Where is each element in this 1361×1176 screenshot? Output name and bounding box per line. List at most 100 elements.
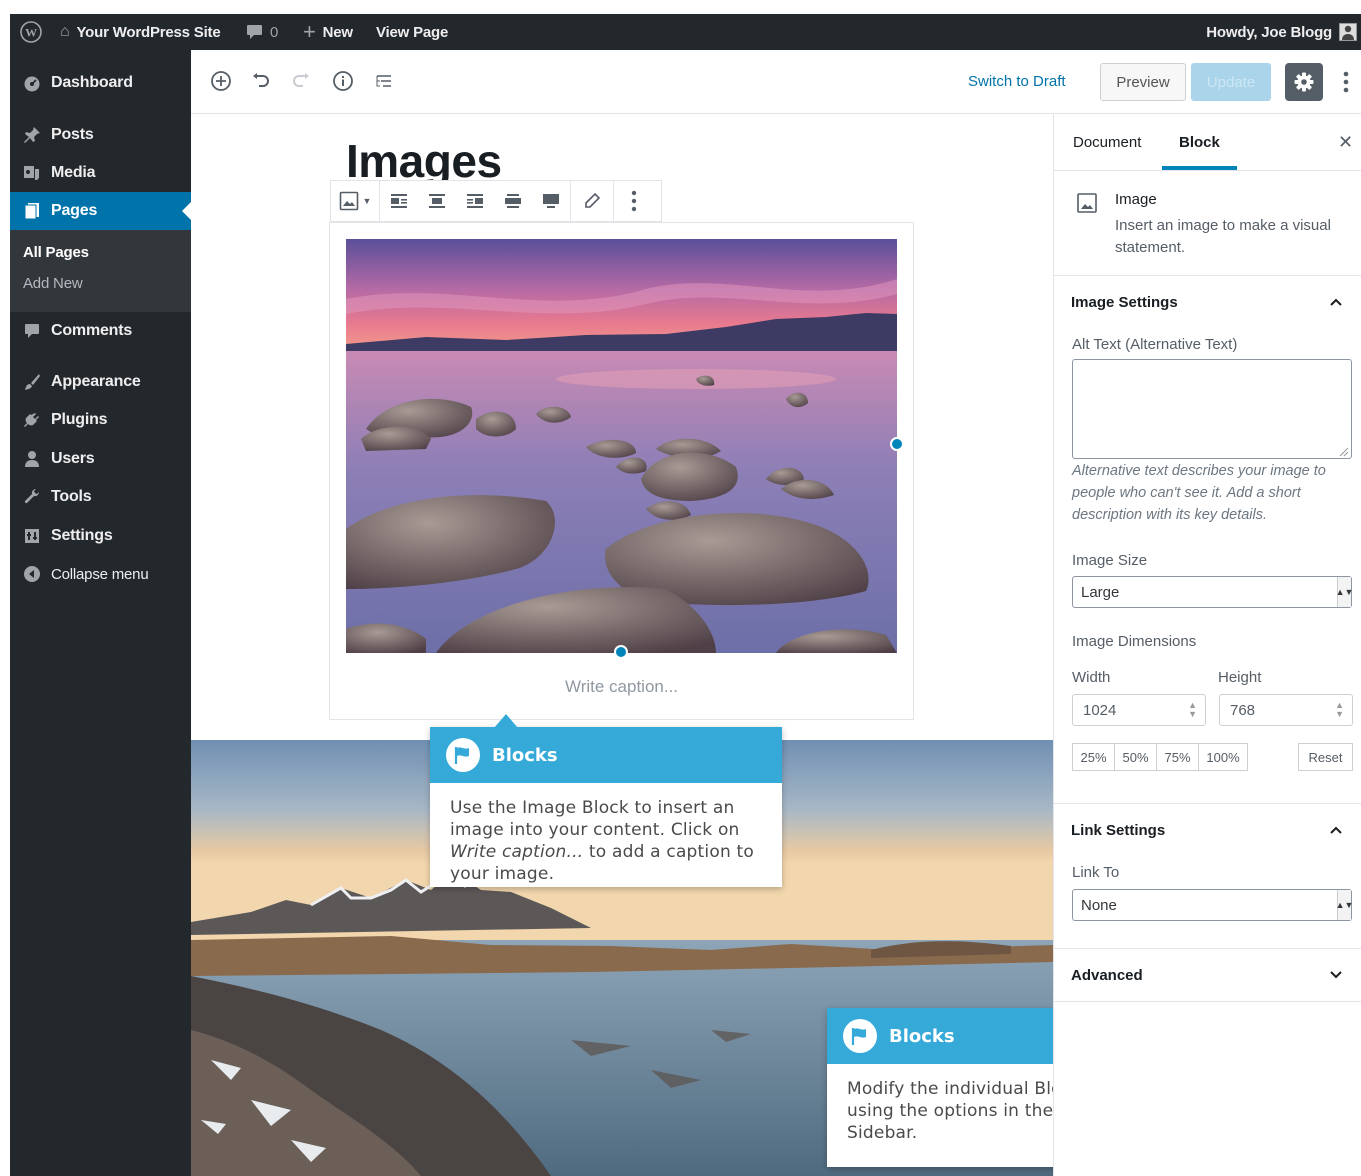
more-options-icon[interactable] [1336, 68, 1356, 96]
blocks-callout-image: Blocks Use the Image Block to insert an … [430, 714, 782, 887]
wide-width-button[interactable] [494, 180, 532, 222]
sidebar-item-label: Pages [51, 202, 98, 219]
image-size-select[interactable]: Large ▲▼ [1072, 576, 1353, 608]
user-account-menu[interactable]: Howdy, Joe Blogg [1206, 14, 1357, 50]
tab-document[interactable]: Document [1073, 134, 1141, 151]
pencil-icon [585, 192, 601, 208]
add-block-icon[interactable] [208, 68, 234, 94]
callout-title: Blocks [492, 744, 558, 766]
divider [1054, 803, 1361, 804]
lake-image[interactable] [346, 239, 897, 653]
pages-icon [22, 201, 42, 221]
user-icon [22, 449, 42, 469]
reset-button[interactable]: Reset [1298, 743, 1353, 771]
sidebar-item-plugins[interactable]: Plugins [10, 401, 191, 439]
size-100-button[interactable]: 100% [1198, 743, 1248, 771]
image-settings-title[interactable]: Image Settings [1071, 294, 1178, 311]
editor-header: Switch to Draft Preview Update [191, 50, 1361, 114]
block-navigation-icon[interactable] [371, 68, 397, 94]
comment-bubble-icon [247, 25, 262, 39]
callout-header: Blocks [827, 1008, 1053, 1064]
sidebar-item-users[interactable]: Users [10, 440, 191, 478]
image-block-icon [339, 191, 358, 211]
align-left-icon [391, 194, 407, 208]
sidebar-item-comments[interactable]: Comments [10, 312, 191, 350]
admin-bar: W ⌂ Your WordPress Site 0 + New View Pag… [10, 14, 1361, 50]
comments-count: 0 [270, 23, 279, 41]
undo-icon[interactable] [248, 68, 274, 94]
pin-icon [22, 125, 42, 145]
avatar [1339, 23, 1357, 41]
sidebar-item-tools[interactable]: Tools [10, 478, 191, 516]
change-block-type-button[interactable]: ▼ [331, 180, 379, 222]
link-to-select[interactable]: None ▲▼ [1072, 889, 1353, 921]
sidebar-item-label: Posts [51, 126, 94, 143]
image-block-icon [1076, 192, 1098, 219]
link-settings-title[interactable]: Link Settings [1071, 822, 1165, 839]
callout-title: Blocks [889, 1025, 955, 1047]
preview-button[interactable]: Preview [1100, 63, 1186, 101]
chevron-up-icon[interactable] [1329, 823, 1345, 839]
chevron-down-icon: ▼ [362, 196, 372, 206]
view-page-link[interactable]: View Page [376, 14, 448, 50]
size-25-button[interactable]: 25% [1072, 743, 1115, 771]
media-icon [22, 163, 42, 183]
collapse-icon [22, 564, 42, 584]
switch-to-draft-button[interactable]: Switch to Draft [968, 73, 1066, 90]
wordpress-logo-icon[interactable]: W [20, 14, 42, 50]
sidebar-item-dashboard[interactable]: Dashboard [10, 64, 191, 102]
svg-text:W: W [25, 26, 37, 40]
sidebar-item-settings[interactable]: Settings [10, 517, 191, 555]
image-block[interactable]: Write caption... [329, 222, 914, 720]
pages-submenu: All Pages Add New [10, 230, 191, 312]
sidebar-item-posts[interactable]: Posts [10, 116, 191, 154]
wrench-icon [22, 487, 42, 507]
sidebar-item-appearance[interactable]: Appearance [10, 363, 191, 401]
blocks-callout-settings: Blocks Modify the individual Block Setti… [827, 1008, 1053, 1167]
height-input[interactable]: 768 ▲ ▼ [1219, 694, 1353, 726]
sidebar-item-label: Collapse menu [51, 565, 149, 583]
settings-icon [22, 526, 42, 546]
resize-handle-bottom[interactable] [614, 645, 628, 659]
resize-handle-right[interactable] [890, 437, 904, 451]
sidebar-item-pages[interactable]: Pages [10, 192, 191, 230]
close-icon[interactable]: ✕ [1338, 132, 1353, 153]
sidebar-item-media[interactable]: Media [10, 154, 191, 192]
block-toolbar: ▼ [330, 180, 662, 222]
submenu-item-all-pages[interactable]: All Pages [23, 244, 89, 261]
settings-toggle-button[interactable] [1285, 63, 1323, 101]
full-width-button[interactable] [532, 180, 570, 222]
comments-link[interactable]: 0 [246, 14, 278, 50]
chevron-down-icon[interactable] [1329, 968, 1345, 984]
align-left-button[interactable] [380, 180, 418, 222]
link-to-value: None [1081, 896, 1117, 914]
redo-icon [288, 68, 314, 94]
image-size-label: Image Size [1072, 552, 1148, 569]
stepper-icon[interactable]: ▲ ▼ [1188, 701, 1197, 719]
howdy-text: Howdy, Joe Blogg [1206, 23, 1332, 41]
stepper-icon[interactable]: ▲ ▼ [1335, 701, 1344, 719]
info-icon[interactable] [330, 68, 356, 94]
advanced-title[interactable]: Advanced [1071, 967, 1143, 984]
size-75-button[interactable]: 75% [1156, 743, 1199, 771]
block-more-options-button[interactable] [614, 180, 654, 222]
site-name-link[interactable]: ⌂ Your WordPress Site [60, 14, 221, 50]
image-size-value: Large [1081, 583, 1120, 601]
tab-block[interactable]: Block [1179, 134, 1220, 151]
new-content-link[interactable]: + New [303, 14, 353, 50]
submenu-item-add-new[interactable]: Add New [23, 275, 83, 292]
view-page-label: View Page [376, 23, 449, 41]
editor-content: Images ▼ Write caption... Blocks Use the… [191, 114, 1053, 1176]
chevron-up-icon[interactable] [1329, 295, 1345, 311]
sidebar-item-collapse-menu[interactable]: Collapse menu [10, 555, 191, 593]
size-50-button[interactable]: 50% [1114, 743, 1157, 771]
align-right-button[interactable] [456, 180, 494, 222]
divider [1054, 275, 1361, 276]
resize-grip-icon[interactable] [1337, 444, 1349, 457]
edit-image-button[interactable] [571, 180, 613, 222]
caption-input[interactable]: Write caption... [330, 677, 913, 697]
alt-text-input[interactable] [1072, 359, 1352, 459]
align-center-button[interactable] [418, 180, 456, 222]
block-description: Insert an image to make a visual stateme… [1115, 217, 1331, 256]
width-input[interactable]: 1024 ▲ ▼ [1072, 694, 1206, 726]
